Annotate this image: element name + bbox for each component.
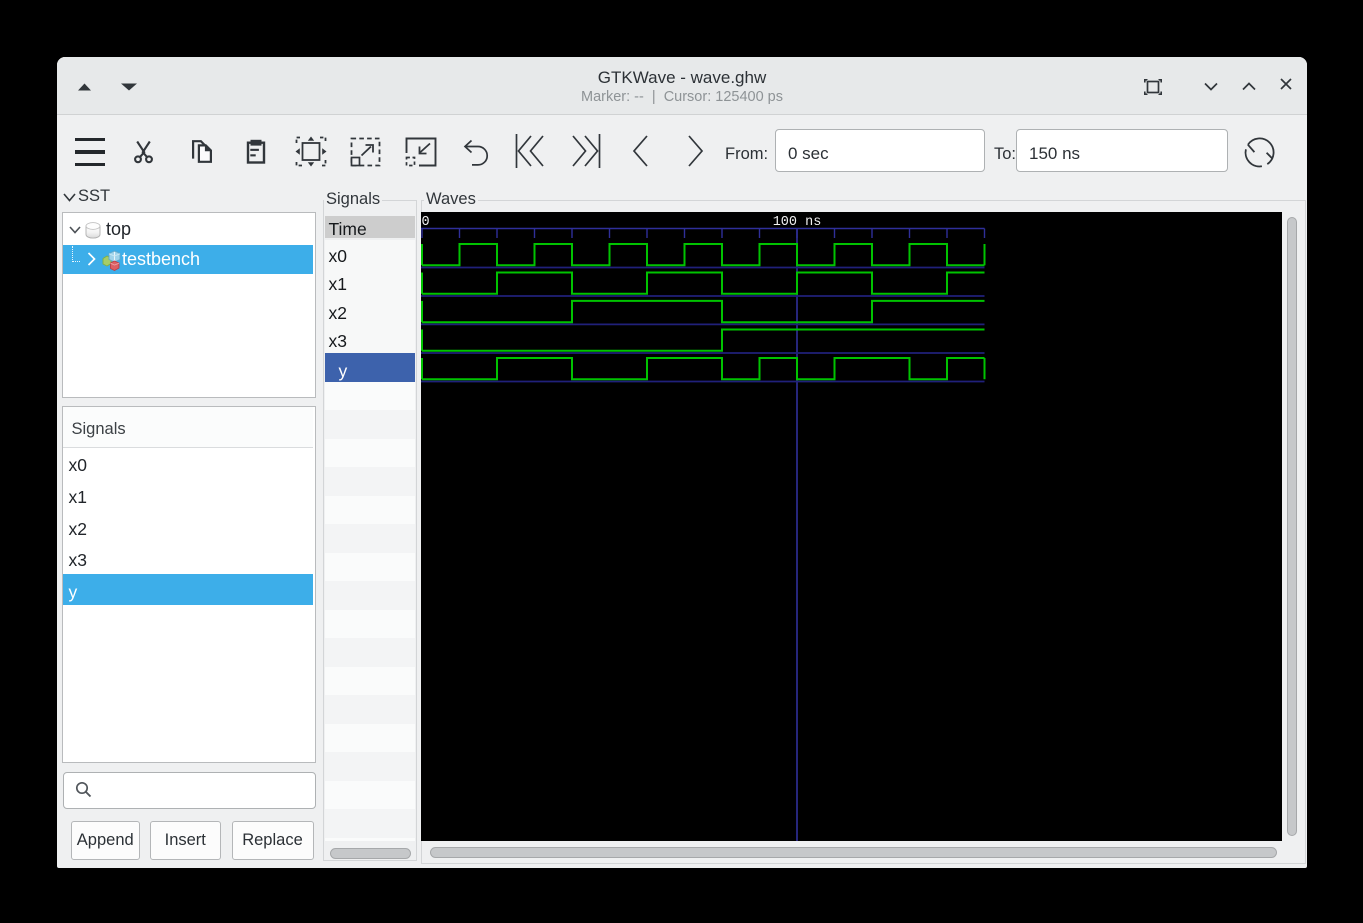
- svg-text:0: 0: [422, 215, 430, 230]
- svg-text:100 ns: 100 ns: [773, 215, 822, 230]
